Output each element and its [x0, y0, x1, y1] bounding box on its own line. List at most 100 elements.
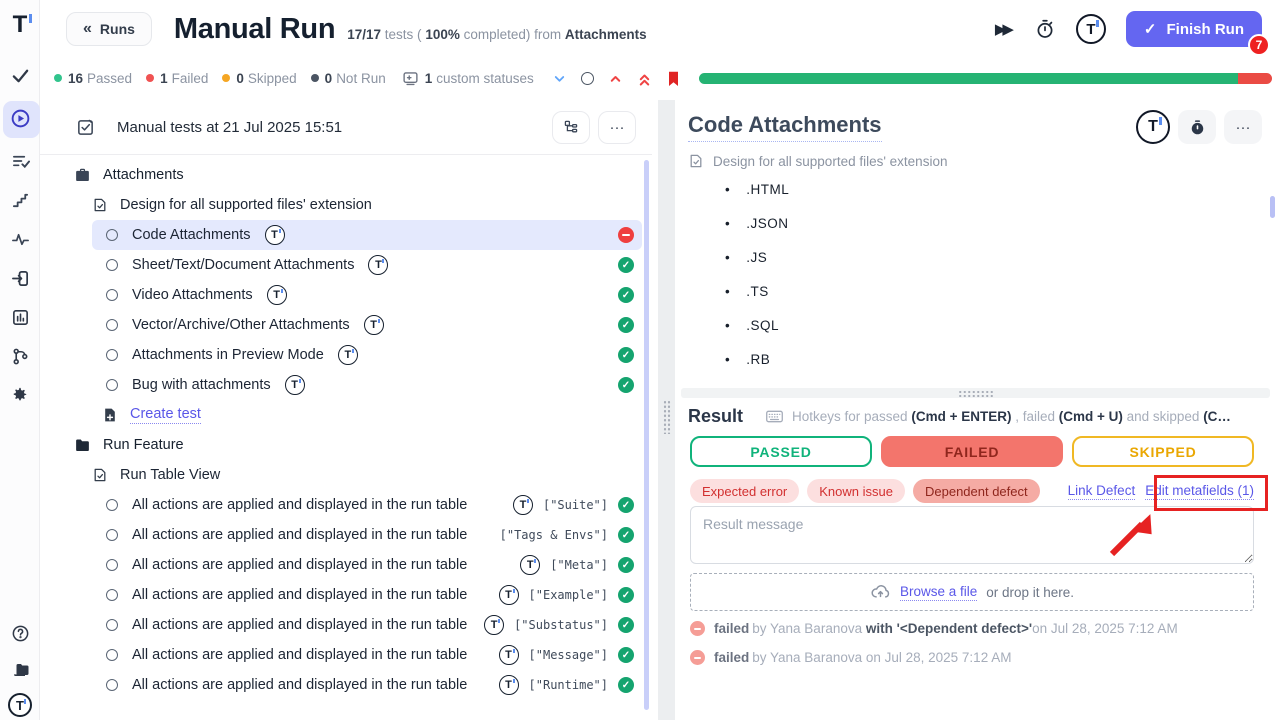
drag-handle-dots [958, 390, 994, 397]
failed-button[interactable]: FAILED [881, 436, 1063, 467]
tree-suite-attachments[interactable]: Attachments [40, 160, 642, 190]
nav-activity-icon[interactable] [0, 220, 40, 258]
nav-branches-icon[interactable] [0, 337, 40, 375]
browse-file-link[interactable]: Browse a file [900, 584, 977, 601]
list-item: .JSON [675, 206, 1250, 240]
radio-icon [106, 529, 118, 541]
history-entry: failed by Yana Baranova on Jul 28, 2025 … [690, 650, 1270, 665]
tree-scrollbar[interactable] [644, 160, 649, 710]
finish-run-button[interactable]: ✓ Finish Run 7 [1126, 11, 1262, 47]
nav-settings-icon[interactable] [0, 376, 40, 414]
tree-test-run-table[interactable]: All actions are applied and displayed in… [40, 490, 642, 520]
nav-runs-icon[interactable] [0, 95, 40, 141]
app-window: T [0, 0, 1280, 720]
tree-test-run-table[interactable]: All actions are applied and displayed in… [40, 520, 642, 550]
tree-test-run-table[interactable]: All actions are applied and displayed in… [40, 550, 642, 580]
nav-help-icon[interactable] [0, 614, 40, 652]
timer-icon[interactable] [1034, 18, 1056, 40]
skipped-dot [222, 74, 230, 82]
passed-status-icon: ✓ [618, 347, 634, 363]
tree-test-preview-mode[interactable]: Attachments in Preview Mode T ✓ [40, 340, 642, 370]
description-scrollbar[interactable] [1270, 196, 1275, 218]
tree-file-run-table-view[interactable]: Run Table View [40, 460, 642, 490]
result-message-input[interactable] [690, 506, 1254, 564]
tree-test-vector-attachments[interactable]: Vector/Archive/Other Attachments T ✓ [40, 310, 642, 340]
link-defect-link[interactable]: Link Defect [1068, 483, 1136, 500]
test-description-list: .HTML .JSON .JS .TS .SQL .RB .PY [675, 172, 1250, 394]
tree-test-run-table[interactable]: All actions are applied and displayed in… [40, 640, 642, 670]
tree-test-bug-attachments[interactable]: Bug with attachments T ✓ [40, 370, 642, 400]
radio-icon [106, 319, 118, 331]
failed-dot [146, 74, 154, 82]
folder-icon [74, 437, 91, 454]
tree-test-run-table[interactable]: All actions are applied and displayed in… [40, 610, 642, 640]
panel-resizer-vertical[interactable] [658, 100, 675, 720]
edit-metafields-link[interactable]: Edit metafields (1) [1145, 483, 1254, 500]
test-more-button[interactable]: ··· [1224, 110, 1262, 144]
custom-status-icon [402, 70, 419, 87]
bookmark-icon[interactable] [666, 70, 681, 87]
chevron-down-icon[interactable] [552, 71, 567, 86]
panel-resizer-horizontal[interactable] [681, 388, 1270, 398]
tree-view-button[interactable] [552, 111, 590, 144]
nav-import-icon[interactable] [0, 259, 40, 297]
list-item: .SQL [675, 308, 1250, 342]
tree-file-design[interactable]: Design for all supported files' extensio… [40, 190, 642, 220]
create-test-link[interactable]: Create test [130, 406, 201, 424]
test-title[interactable]: Code Attachments [688, 112, 882, 142]
tree-more-button[interactable]: ··· [598, 111, 636, 144]
file-check-icon [92, 467, 108, 483]
nav-tests-icon[interactable] [0, 56, 40, 94]
list-item: .RB [675, 342, 1250, 376]
nav-plans-icon[interactable] [0, 142, 40, 180]
profile-logo-icon[interactable]: T [0, 690, 40, 720]
file-dropzone[interactable]: Browse a file or drop it here. [690, 573, 1254, 611]
caret-up-icon[interactable] [608, 71, 623, 86]
nav-milestones-icon[interactable] [0, 181, 40, 219]
double-caret-up-icon[interactable] [637, 70, 652, 87]
pill-expected-error[interactable]: Expected error [690, 479, 799, 503]
testomat-badge-icon: T [265, 225, 285, 245]
nav-projects-icon[interactable] [0, 652, 40, 690]
passed-status-icon: ✓ [618, 287, 634, 303]
passed-dot [54, 74, 62, 82]
notification-badge: 7 [1248, 34, 1270, 56]
back-label: Runs [100, 21, 135, 37]
failed-minus-icon [690, 650, 705, 665]
passed-status-icon: ✓ [618, 617, 634, 633]
passed-status-icon: ✓ [618, 557, 634, 573]
pill-dependent-defect[interactable]: Dependent defect [913, 479, 1040, 503]
circle-filter-icon[interactable] [581, 72, 594, 85]
source-suite: Attachments [565, 27, 647, 42]
custom-count: 1 [425, 71, 433, 86]
test-tag: ["Runtime"] [529, 678, 608, 692]
tree-test-code-attachments[interactable]: Code Attachments T [92, 220, 642, 250]
testomat-badge-icon: T [484, 615, 504, 635]
skipped-button[interactable]: SKIPPED [1072, 436, 1254, 467]
fast-forward-icon[interactable]: ▶▶ [995, 20, 1014, 38]
project-logo-icon[interactable]: T [1076, 14, 1106, 44]
tree-test-run-table[interactable]: All actions are applied and displayed in… [40, 670, 642, 700]
tree-test-run-table[interactable]: All actions are applied and displayed in… [40, 580, 642, 610]
file-check-icon [92, 197, 108, 213]
test-detail-panel: Code Attachments T ··· Design for all su… [675, 100, 1280, 720]
testomat-badge-icon: T [499, 645, 519, 665]
back-to-runs-button[interactable]: « Runs [66, 12, 152, 46]
tree-test-video-attachments[interactable]: Video Attachments T ✓ [40, 280, 642, 310]
tree-test-sheet-attachments[interactable]: Sheet/Text/Document Attachments T ✓ [40, 250, 642, 280]
testomat-badge-icon: T [285, 375, 305, 395]
testomat-badge-icon: T [499, 675, 519, 695]
tree-title: Manual tests at 21 Jul 2025 15:51 [117, 119, 342, 136]
create-test-row[interactable]: Create test [40, 400, 642, 430]
app-logo-icon[interactable]: T [0, 0, 40, 50]
nav-analytics-icon[interactable] [0, 298, 40, 336]
test-badge-icon[interactable]: T [1136, 110, 1170, 144]
run-stats: 17/17 tests ( 100% completed) from Attac… [347, 17, 646, 42]
passed-button[interactable]: PASSED [690, 436, 872, 467]
passed-status-icon: ✓ [618, 377, 634, 393]
pill-known-issue[interactable]: Known issue [807, 479, 905, 503]
list-item: .JS [675, 240, 1250, 274]
passed-status-icon: ✓ [618, 497, 634, 513]
timer-button[interactable] [1178, 110, 1216, 144]
tree-suite-run-feature[interactable]: Run Feature [40, 430, 642, 460]
